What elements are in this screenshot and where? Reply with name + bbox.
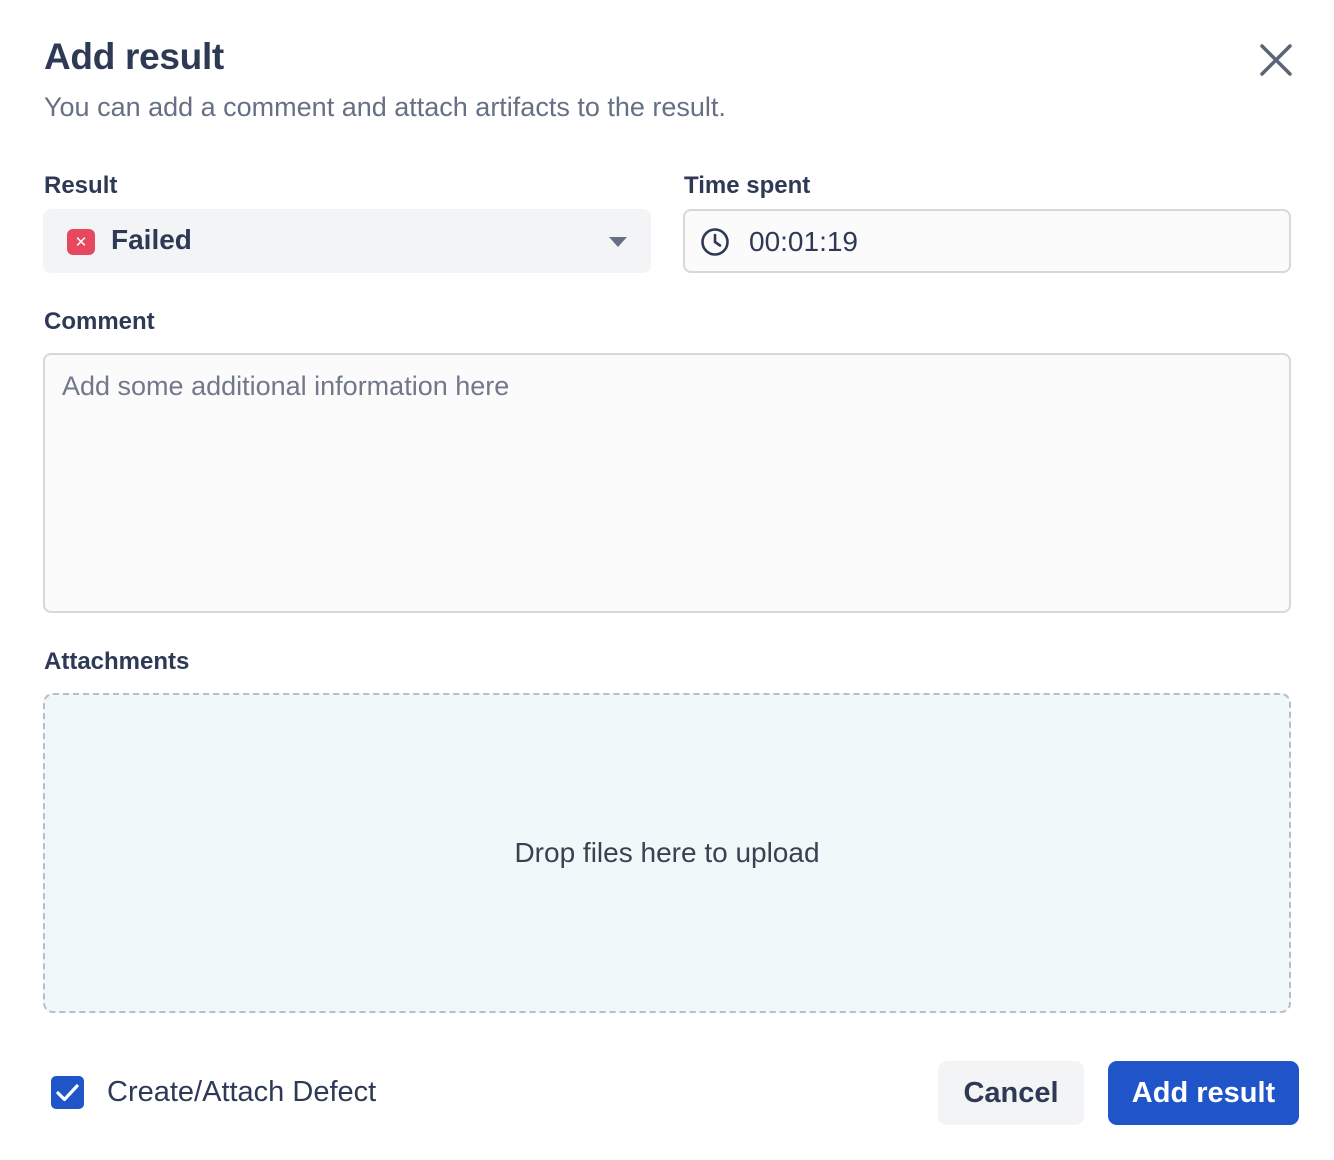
add-result-button[interactable]: Add result	[1108, 1061, 1299, 1125]
dropzone-text: Drop files here to upload	[514, 837, 820, 868]
close-button[interactable]	[1256, 40, 1296, 80]
defect-checkbox[interactable]	[51, 1076, 84, 1109]
result-label: Result	[44, 172, 118, 199]
chevron-down-icon	[609, 237, 627, 247]
close-icon	[1260, 44, 1292, 76]
x-icon: ✕	[67, 229, 95, 255]
defect-checkbox-label[interactable]: Create/Attach Defect	[107, 1076, 376, 1109]
attachments-dropzone[interactable]: Drop files here to upload	[43, 693, 1291, 1013]
check-icon	[56, 1084, 79, 1102]
time-spent-value: 00:01:19	[749, 226, 858, 257]
result-select[interactable]: ✕ Failed	[43, 209, 651, 273]
result-value: Failed	[111, 224, 192, 255]
comment-label: Comment	[44, 308, 155, 335]
attachments-label: Attachments	[44, 648, 190, 675]
dialog-subtitle: You can add a comment and attach artifac…	[44, 92, 726, 122]
cancel-button[interactable]: Cancel	[938, 1061, 1084, 1125]
clock-icon	[701, 228, 729, 256]
time-spent-field[interactable]: 00:01:19	[683, 209, 1291, 273]
comment-textarea[interactable]	[43, 353, 1291, 613]
time-spent-label: Time spent	[684, 172, 811, 199]
dialog-title: Add result	[44, 36, 224, 77]
